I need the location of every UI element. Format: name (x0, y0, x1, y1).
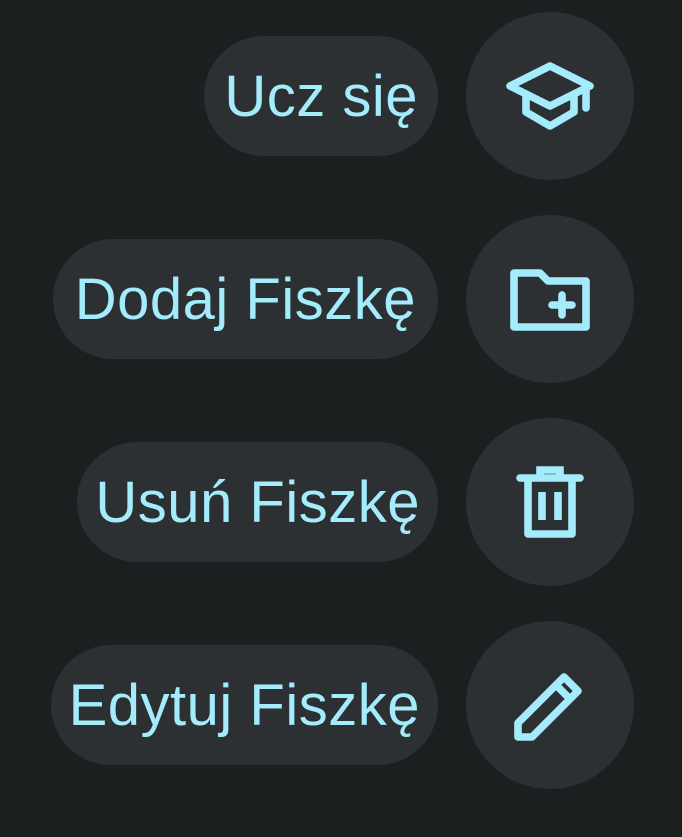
edit-card-button[interactable] (466, 621, 634, 789)
trash-icon (516, 466, 584, 538)
action-delete-card: Usuń Fiszkę (77, 417, 634, 587)
fab-speed-dial-menu: Ucz się Dodaj Fiszkę Usuń Fiszkę Edytuj … (0, 0, 682, 837)
action-learn: Ucz się (204, 11, 634, 181)
pencil-icon (514, 673, 582, 741)
add-card-label[interactable]: Dodaj Fiszkę (52, 239, 438, 359)
school-icon (506, 62, 594, 130)
learn-label[interactable]: Ucz się (204, 36, 438, 156)
delete-card-label[interactable]: Usuń Fiszkę (77, 442, 438, 562)
folder-add-icon (510, 269, 590, 331)
learn-button[interactable] (466, 12, 634, 180)
action-add-card: Dodaj Fiszkę (52, 214, 634, 384)
edit-card-label[interactable]: Edytuj Fiszkę (50, 645, 438, 765)
add-card-button[interactable] (466, 215, 634, 383)
action-edit-card: Edytuj Fiszkę (50, 620, 634, 790)
delete-card-button[interactable] (466, 418, 634, 586)
